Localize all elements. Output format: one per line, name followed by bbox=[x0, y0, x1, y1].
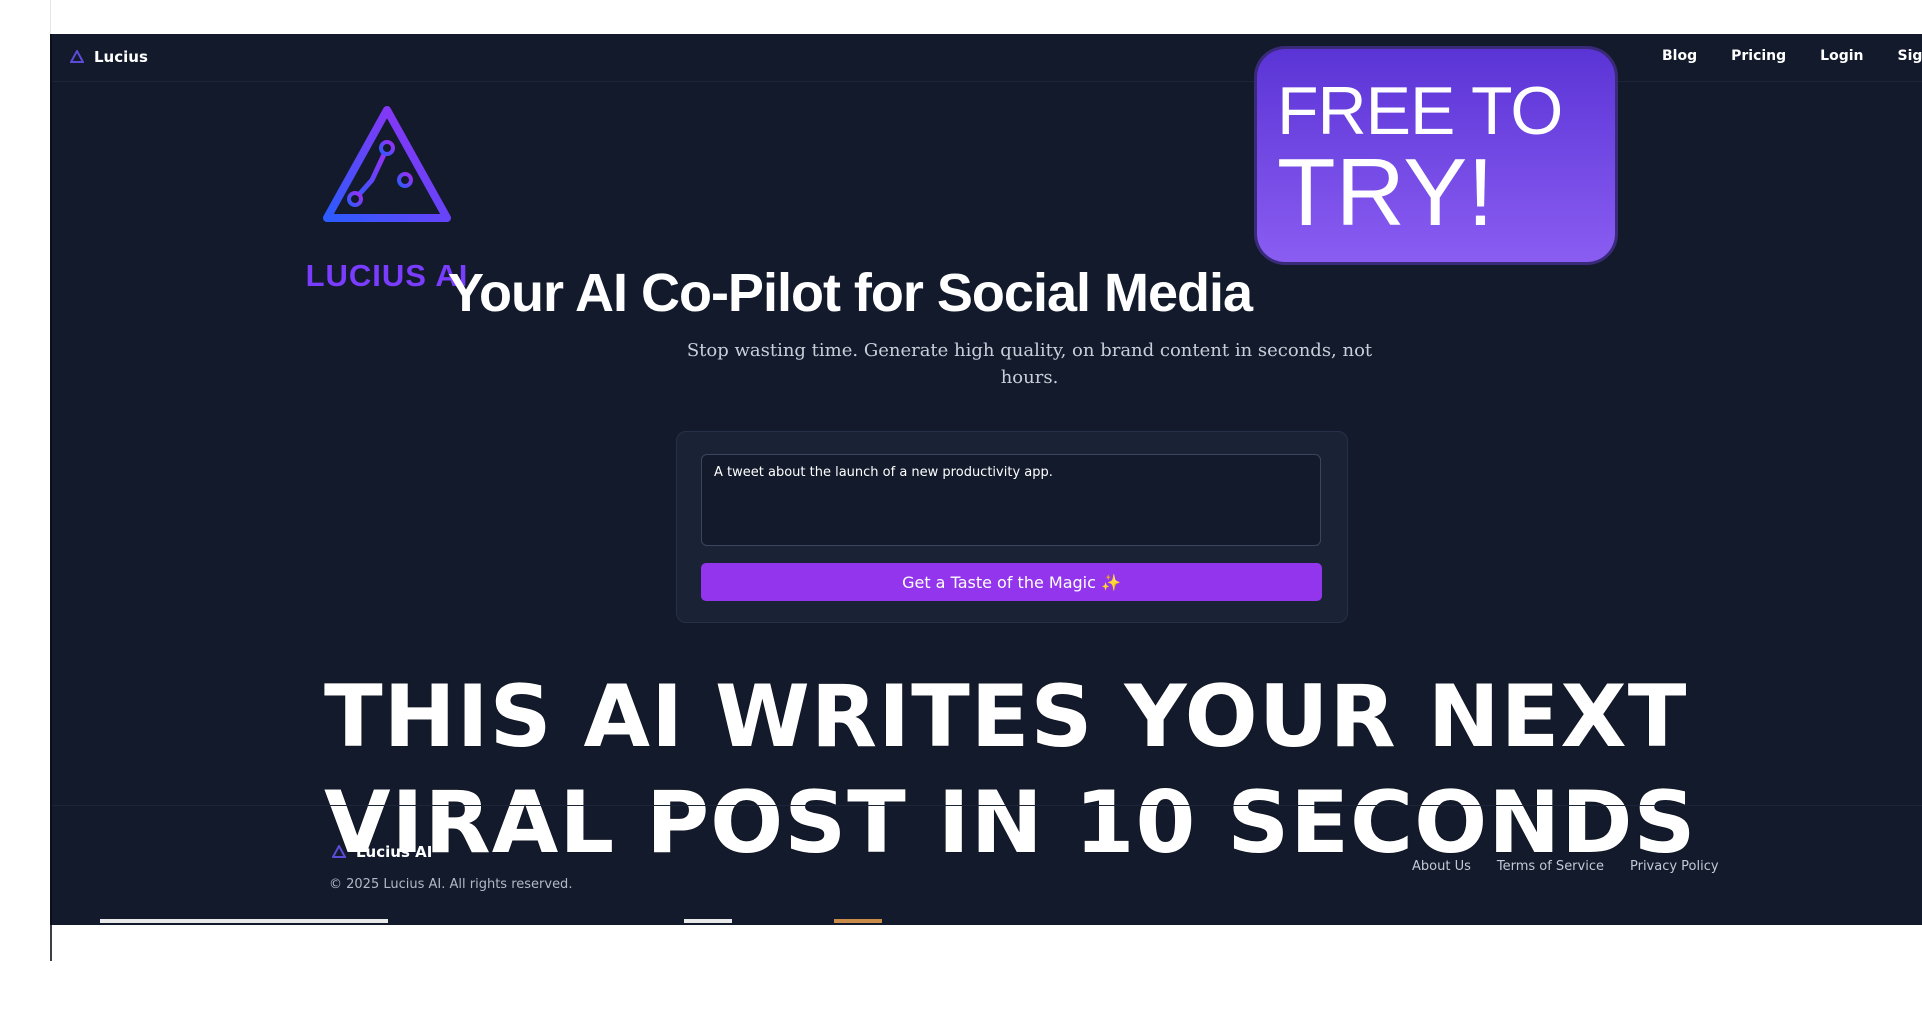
nav-link-signup[interactable]: Sign bbox=[1898, 48, 1922, 64]
logo-icon bbox=[332, 845, 346, 858]
copyright: © 2025 Lucius AI. All rights reserved. bbox=[329, 877, 573, 892]
prompt-input[interactable]: A tweet about the launch of a new produc… bbox=[701, 454, 1321, 546]
footer-link-about[interactable]: About Us bbox=[1412, 859, 1471, 874]
nav-link-login[interactable]: Login bbox=[1820, 48, 1863, 64]
triangle-circuit-icon bbox=[323, 106, 451, 222]
overlay-line-1: THIS AI WRITES YOUR NEXT bbox=[324, 667, 1688, 767]
window-edge bbox=[50, 0, 51, 34]
footer-links: About Us Terms of Service Privacy Policy bbox=[1412, 859, 1719, 874]
badge-line-2: TRY! bbox=[1277, 139, 1494, 246]
nav-link-pricing[interactable]: Pricing bbox=[1731, 48, 1786, 64]
logo-icon bbox=[70, 50, 84, 63]
taskbar-strip bbox=[834, 919, 882, 923]
taskbar-strip bbox=[100, 919, 388, 923]
footer-brand-name: Lucius AI bbox=[356, 843, 433, 861]
badge-line-1: FREE TO bbox=[1277, 73, 1563, 149]
footer-brand[interactable]: Lucius AI bbox=[332, 843, 432, 861]
nav-links: Blog Pricing Login Sign bbox=[1662, 48, 1922, 64]
footer-divider bbox=[52, 805, 1922, 806]
footer-link-privacy[interactable]: Privacy Policy bbox=[1630, 859, 1719, 874]
nav-brand[interactable]: Lucius bbox=[70, 48, 148, 66]
taskbar-strip bbox=[684, 919, 732, 923]
browser-viewport: Lucius Blog Pricing Login Sign LUCIUS bbox=[50, 34, 1922, 925]
hero-title: Your AI Co-Pilot for Social Media bbox=[447, 263, 1253, 323]
generate-button[interactable]: Get a Taste of the Magic ✨ bbox=[701, 563, 1322, 601]
taskbar-strips bbox=[52, 919, 1922, 925]
window-edge-bottom bbox=[50, 925, 52, 961]
navbar: Lucius Blog Pricing Login Sign bbox=[52, 34, 1922, 82]
footer-link-terms[interactable]: Terms of Service bbox=[1497, 859, 1604, 874]
generator-card: A tweet about the launch of a new produc… bbox=[676, 431, 1348, 623]
hero-subtitle: Stop wasting time. Generate high quality… bbox=[686, 340, 1373, 388]
promo-overlay-text: THIS AI WRITES YOUR NEXT VIRAL POST IN 1… bbox=[324, 664, 1744, 876]
free-to-try-badge: FREE TO TRY! bbox=[1257, 49, 1615, 262]
brand-name: Lucius bbox=[94, 48, 148, 66]
nav-link-blog[interactable]: Blog bbox=[1662, 48, 1697, 64]
